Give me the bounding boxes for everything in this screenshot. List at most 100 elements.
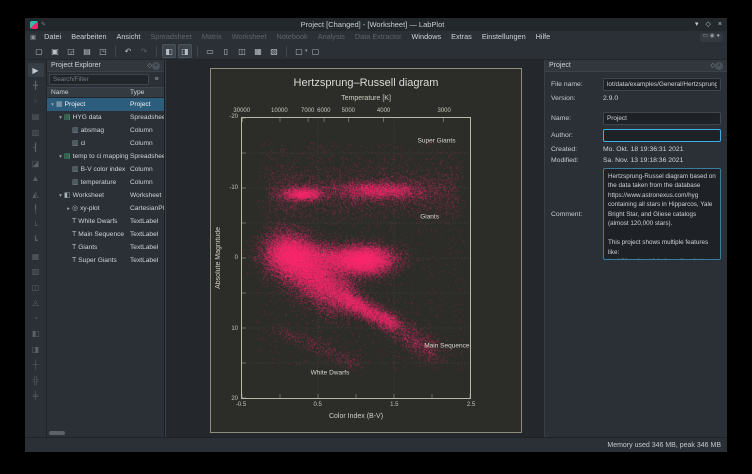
tray-icon-2[interactable]: ◉ — [710, 34, 715, 40]
add-image-icon[interactable]: ◫ — [28, 280, 44, 294]
new-worksheet-icon[interactable]: ▧ — [267, 44, 281, 58]
tree-row-white-dwarfs[interactable]: TWhite DwarfsTextLabel — [47, 215, 164, 228]
navigate-icon[interactable]: ╋ — [28, 79, 44, 93]
new-notebook-icon[interactable]: ▢ — [309, 44, 323, 58]
add-curve-icon[interactable]: ╿ — [28, 203, 44, 217]
menu-ansicht[interactable]: Ansicht — [112, 32, 146, 41]
menu-extras[interactable]: Extras — [446, 32, 477, 41]
search-input[interactable] — [49, 74, 149, 85]
filter-options-icon[interactable]: ≡ — [151, 74, 162, 85]
select-cursor-icon[interactable]: ▶ — [28, 63, 44, 77]
plot-frame[interactable] — [241, 117, 471, 399]
scale-auto-icon[interactable]: ╪ — [28, 389, 44, 403]
toggle-project-explorer-icon[interactable]: ◧ — [162, 44, 176, 58]
project-explorer-dock: Project Explorer ◇ × ≡ Name Type ▾▦Proje… — [47, 60, 165, 437]
document-open-icon[interactable]: ▣ — [48, 44, 62, 58]
close-dock-icon[interactable]: × — [152, 62, 160, 70]
undo-icon[interactable]: ↶ — [121, 44, 135, 58]
tray-icon-3[interactable]: ● — [717, 34, 720, 40]
tree-item-label: Main Sequence — [78, 231, 124, 238]
add-text-label-icon[interactable]: ▧ — [28, 265, 44, 279]
menu-windows[interactable]: Windows — [407, 32, 447, 41]
menu-worksheet: Worksheet — [227, 32, 272, 41]
column-icon: ▥ — [72, 140, 79, 147]
tree-row-main-sequence[interactable]: TMain SequenceTextLabel — [47, 228, 164, 241]
tray-icon-1[interactable]: ▭ — [703, 34, 708, 40]
worksheet-page[interactable]: Hertzsprung–Russell diagram Temperature … — [210, 68, 522, 433]
dropdown-arrow-icon[interactable]: ▾ — [305, 48, 308, 54]
worksheet-view[interactable]: Hertzsprung–Russell diagram Temperature … — [165, 60, 545, 437]
main-area: ▶╋▫▤▥┨◪▲◭╿└┗▦▧◫◬◔◧◨┼╬╪ Project Explorer … — [25, 60, 727, 437]
redo-icon: ↷ — [137, 44, 151, 58]
file-name-field[interactable] — [603, 78, 721, 91]
shift-left-icon[interactable]: ┼ — [28, 358, 44, 372]
project-explorer-title: Project Explorer — [51, 62, 144, 69]
tree-row-ci[interactable]: ▥ciColumn — [47, 137, 164, 150]
export-icon[interactable]: ◳ — [96, 44, 110, 58]
shift-right-icon[interactable]: ╬ — [28, 373, 44, 387]
add-histogram-icon[interactable]: ▲ — [28, 172, 44, 186]
name-field[interactable] — [603, 112, 721, 125]
text-label-icon: T — [72, 218, 76, 225]
toggle-properties-explorer-icon[interactable]: ◨ — [178, 44, 192, 58]
menu-datei[interactable]: Datei — [39, 32, 66, 41]
document-save-icon[interactable]: ◲ — [64, 44, 78, 58]
expander-icon[interactable]: ▾ — [49, 102, 56, 108]
close-dock-icon[interactable]: × — [715, 62, 723, 70]
tree-row-temp-to-ci-mapping[interactable]: ▾▤temp to ci mappingSpreadsheet — [47, 150, 164, 163]
zoom-in-icon[interactable]: ◬ — [28, 296, 44, 310]
tree-row-xy-plot[interactable]: ▸◎xy-plotCartesianPlot — [47, 202, 164, 215]
zoom-select-icon[interactable]: ▫ — [28, 94, 44, 108]
expander-icon[interactable]: ▸ — [65, 206, 72, 212]
add-plot-icon[interactable]: ▦ — [28, 249, 44, 263]
menu-bearbeiten[interactable]: Bearbeiten — [66, 32, 111, 41]
comment-field[interactable] — [603, 168, 721, 260]
labplot-window: ✎ Project [Changed] - [Worksheet] — LabP… — [25, 18, 727, 452]
form-row-version-value: Version:2.9.0 — [551, 95, 721, 102]
add-xy-curve-icon[interactable]: └ — [28, 218, 44, 232]
expander-icon[interactable]: ▾ — [57, 193, 64, 199]
column-header-name[interactable]: Name — [47, 89, 130, 96]
add-equation-curve-icon[interactable]: ┗ — [28, 234, 44, 248]
add-axis-icon[interactable]: ┨ — [28, 141, 44, 155]
minimize-button[interactable]: ▾ — [695, 21, 699, 28]
main-toolbar: ▢▣◲▤◳↶↷◧◨▭▯◫▦▧▢▾▢ — [25, 43, 727, 60]
tree-row-project[interactable]: ▾▦ProjectProject — [47, 98, 164, 111]
tree-row-b-v-color-index[interactable]: ▥B-V color indexColumn — [47, 163, 164, 176]
tree-row-temperature[interactable]: ▥temperatureColumn — [47, 176, 164, 189]
column-header-type[interactable]: Type — [130, 89, 164, 96]
titlebar[interactable]: ✎ Project [Changed] - [Worksheet] — LabP… — [25, 18, 727, 31]
add-boxplot-icon[interactable]: ◭ — [28, 187, 44, 201]
new-workbook-icon[interactable]: ▯ — [219, 44, 233, 58]
expander-icon[interactable]: ▾ — [57, 115, 64, 121]
new-spreadsheet-icon[interactable]: ◫ — [235, 44, 249, 58]
top-axis-tick-label: 3000 — [437, 108, 450, 114]
print-icon[interactable]: ▤ — [80, 44, 94, 58]
form-row-file-name-field: File name: — [551, 78, 721, 91]
tree-row-super-giants[interactable]: TSuper GiantsTextLabel — [47, 254, 164, 267]
menu-hilfe[interactable]: Hilfe — [531, 32, 556, 41]
zoom-x-select-icon[interactable]: ▤ — [28, 110, 44, 124]
tree-row-worksheet[interactable]: ▾◧WorksheetWorksheet — [47, 189, 164, 202]
zoom-y-select-icon[interactable]: ▥ — [28, 125, 44, 139]
tree-item-type: Column — [130, 166, 164, 173]
close-button[interactable]: × — [718, 21, 722, 28]
expander-icon[interactable]: ▾ — [57, 154, 64, 160]
tree-row-hyg-data[interactable]: ▾▤HYG dataSpreadsheet — [47, 111, 164, 124]
tree-row-giants[interactable]: TGiantsTextLabel — [47, 241, 164, 254]
zoom-fit-height-icon[interactable]: ◨ — [28, 342, 44, 356]
zoom-out-icon[interactable]: ◔ — [28, 311, 44, 325]
tree-column-headers[interactable]: Name Type — [47, 87, 164, 98]
maximize-button[interactable]: ◇ — [706, 21, 711, 28]
zoom-fit-icon[interactable]: ◧ — [28, 327, 44, 341]
add-legend-icon[interactable]: ◪ — [28, 156, 44, 170]
new-datasource-icon[interactable]: ▢ — [292, 44, 306, 58]
document-new-icon[interactable]: ▢ — [32, 44, 46, 58]
toolbar-separator — [197, 46, 198, 57]
horizontal-scrollbar[interactable] — [49, 431, 65, 435]
tree-row-absmag[interactable]: ▥absmagColumn — [47, 124, 164, 137]
new-matrix-icon[interactable]: ▦ — [251, 44, 265, 58]
new-folder-icon[interactable]: ▭ — [203, 44, 217, 58]
author-field[interactable] — [603, 129, 721, 142]
menu-einstellungen[interactable]: Einstellungen — [477, 32, 531, 41]
